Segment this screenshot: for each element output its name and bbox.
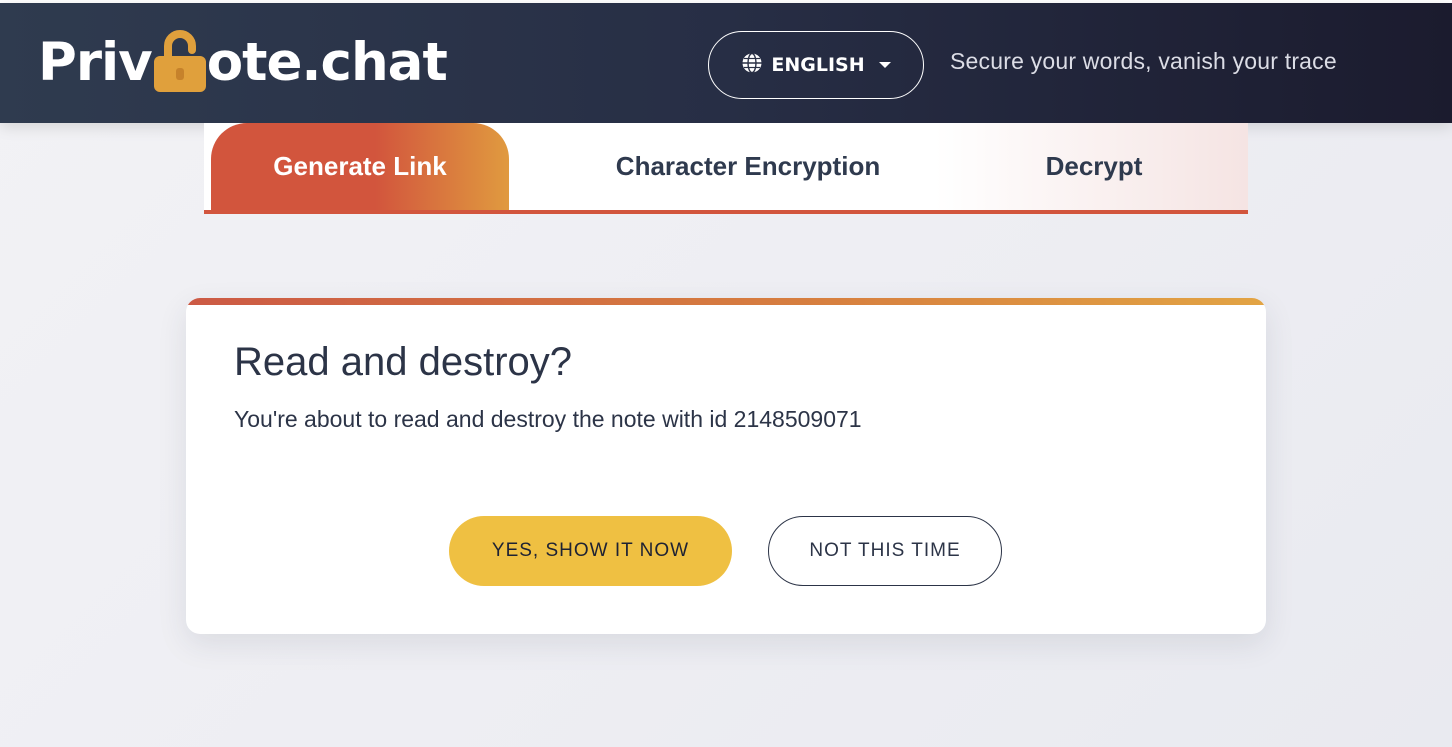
chevron-down-icon bbox=[878, 62, 891, 68]
logo-text-prefix: Priv bbox=[38, 31, 153, 93]
tab-generate-link[interactable]: Generate Link bbox=[211, 123, 509, 210]
site-logo[interactable]: Priv ote.chat bbox=[38, 27, 448, 97]
confirm-show-button[interactable]: YES, SHOW IT NOW bbox=[449, 516, 732, 586]
cancel-button[interactable]: NOT THIS TIME bbox=[768, 516, 1002, 586]
main-tabs: Generate Link Character Encryption Decry… bbox=[204, 123, 1248, 214]
globe-icon bbox=[741, 52, 763, 79]
read-destroy-dialog: Read and destroy? You're about to read a… bbox=[186, 298, 1266, 634]
app-header: Priv ote.chat ENGLISH Secure your words,… bbox=[0, 3, 1452, 123]
language-label: ENGLISH bbox=[771, 54, 865, 76]
dialog-accent-bar bbox=[186, 298, 1266, 305]
tab-character-encryption[interactable]: Character Encryption bbox=[564, 123, 932, 210]
site-tagline: Secure your words, vanish your trace bbox=[950, 48, 1337, 74]
dialog-title: Read and destroy? bbox=[234, 340, 573, 384]
dialog-message: You're about to read and destroy the not… bbox=[234, 406, 862, 432]
logo-text-suffix: ote.chat bbox=[206, 31, 448, 93]
padlock-open-icon bbox=[153, 28, 207, 92]
tab-decrypt[interactable]: Decrypt bbox=[1004, 123, 1184, 210]
language-dropdown-button[interactable]: ENGLISH bbox=[708, 31, 924, 99]
